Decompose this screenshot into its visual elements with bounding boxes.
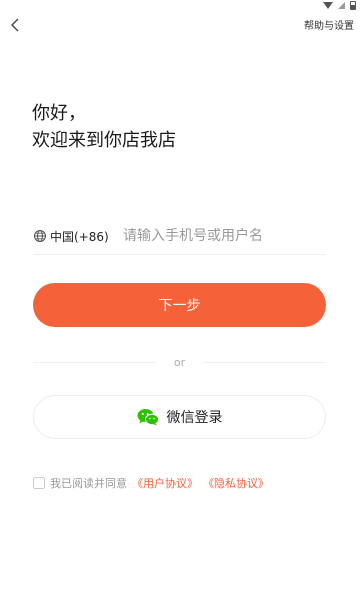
agreement-checkbox[interactable] — [33, 477, 45, 489]
agreement-prefix: 我已阅读并同意 — [50, 477, 127, 490]
greeting-line-2: 欢迎来到你店我店 — [32, 130, 176, 151]
next-button[interactable]: 下一步 — [33, 283, 326, 327]
country-code-picker[interactable]: 中国(+86) — [33, 228, 123, 245]
wechat-login-button[interactable]: 微信登录 — [33, 395, 326, 439]
divider-line-left — [33, 361, 156, 363]
phone-input[interactable] — [123, 228, 313, 244]
help-settings-link[interactable]: 帮助与设置 — [304, 17, 354, 32]
user-agreement-link[interactable]: 《用户协议》 — [132, 475, 198, 491]
back-button[interactable] — [4, 14, 26, 36]
greeting-line-1: 你好， — [32, 103, 86, 124]
wechat-login-label: 微信登录 — [166, 410, 223, 426]
or-divider: or — [33, 354, 327, 370]
country-code-label: 中国(+86) — [50, 229, 109, 244]
greeting-heading: 你好， 欢迎来到你店我店 — [32, 100, 176, 154]
chevron-left-icon — [11, 18, 19, 32]
or-label: or — [173, 355, 186, 369]
privacy-agreement-link[interactable]: 《隐私协议》 — [203, 475, 269, 491]
phone-field-row: 中国(+86) — [33, 218, 326, 255]
login-screen: 帮助与设置 你好， 欢迎来到你店我店 中国(+86) 下一步 or — [0, 0, 360, 600]
wifi-icon — [323, 1, 333, 9]
wechat-icon — [137, 408, 159, 426]
signal-icon — [338, 1, 345, 9]
status-bar — [323, 0, 356, 10]
battery-icon — [350, 0, 356, 10]
globe-icon — [33, 229, 47, 243]
divider-line-right — [203, 361, 327, 363]
agreement-row: 我已阅读并同意 《用户协议》 《隐私协议》 — [33, 475, 269, 491]
